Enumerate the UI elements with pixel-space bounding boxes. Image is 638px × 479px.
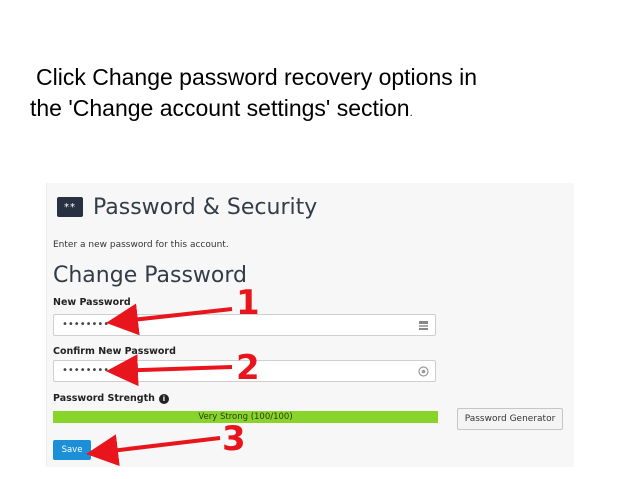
confirm-password-input[interactable]: •••••••••••• xyxy=(53,360,436,382)
instruction-text: Click Change password recovery options i… xyxy=(30,62,620,129)
instruction-line-2: the 'Change account settings' section. xyxy=(30,95,413,121)
password-strength-meter: Very Strong (100/100) xyxy=(53,411,438,423)
new-password-label: New Password xyxy=(53,297,131,308)
cpanel-screenshot: ** Password & Security Enter a new passw… xyxy=(46,183,574,467)
change-password-heading: Change Password xyxy=(53,263,247,288)
hint-text: Enter a new password for this account. xyxy=(53,240,229,250)
password-strength-label: Password Strength i xyxy=(53,393,169,404)
generator-icon[interactable] xyxy=(418,320,429,331)
password-strength-label-text: Password Strength xyxy=(53,393,155,404)
confirm-password-label: Confirm New Password xyxy=(53,346,176,357)
info-icon[interactable]: i xyxy=(158,393,169,404)
password-security-icon: ** xyxy=(57,197,83,217)
page-title: Password & Security xyxy=(93,194,318,220)
instruction-line-1: Click Change password recovery options i… xyxy=(36,64,478,90)
eye-icon[interactable] xyxy=(418,366,429,377)
password-strength-value: Very Strong (100/100) xyxy=(198,412,293,422)
confirm-password-value: •••••••••••• xyxy=(62,365,133,376)
save-button[interactable]: Save xyxy=(53,440,91,460)
new-password-value: •••••••••••• xyxy=(62,319,133,330)
section-header: ** Password & Security xyxy=(57,191,317,223)
new-password-input[interactable]: •••••••••••• xyxy=(53,314,436,336)
password-generator-button[interactable]: Password Generator xyxy=(457,408,563,430)
